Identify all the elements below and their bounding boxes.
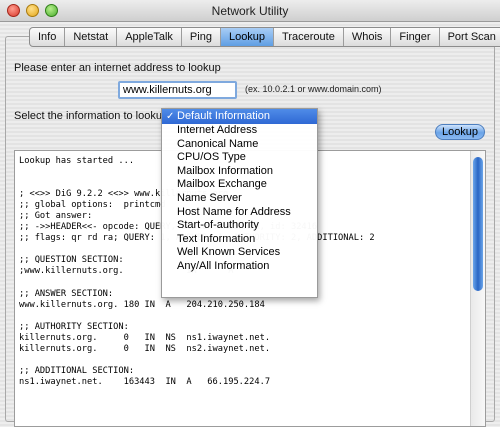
dropdown-option-cpu-os-type[interactable]: CPU/OS Type [162,151,317,165]
window-title: Network Utility [211,4,289,18]
info-select-label: Select the information to lookup: [14,110,172,122]
dropdown-option-mailbox-information[interactable]: Mailbox Information [162,165,317,179]
dropdown-option-text-information[interactable]: Text Information [162,233,317,247]
window-content: Info Netstat AppleTalk Ping Lookup Trace… [0,22,500,427]
address-input[interactable] [118,81,237,99]
tab-finger[interactable]: Finger [391,28,440,46]
tab-lookup[interactable]: Lookup [220,28,275,46]
dropdown-option-well-known-services[interactable]: Well Known Services [162,246,317,260]
dropdown-option-mailbox-exchange[interactable]: Mailbox Exchange [162,178,317,192]
tab-appletalk[interactable]: AppleTalk [117,28,182,46]
output-scroll-thumb[interactable] [473,157,483,291]
tab-info[interactable]: Info [30,28,66,46]
tab-bar: Info Netstat AppleTalk Ping Lookup Trace… [29,27,500,47]
dropdown-option-start-of-authority[interactable]: Start-of-authority [162,219,317,233]
dropdown-option-canonical-name[interactable]: Canonical Name [162,138,317,152]
tab-port-scan[interactable]: Port Scan [440,28,500,46]
title-bar: Network Utility [0,0,500,22]
address-prompt-label: Please enter an internet address to look… [14,62,221,74]
dropdown-option-default-information[interactable]: ✓ Default Information [162,109,317,124]
tab-netstat[interactable]: Netstat [65,28,118,46]
tab-ping[interactable]: Ping [182,28,221,46]
tab-whois[interactable]: Whois [344,28,392,46]
dropdown-option-label: Default Information [177,110,270,122]
tab-traceroute[interactable]: Traceroute [274,28,344,46]
output-scrollbar[interactable] [470,151,485,426]
lookup-button[interactable]: Lookup [435,124,485,140]
checkmark-icon: ✓ [166,111,175,122]
dropdown-option-any-all-information[interactable]: Any/All Information [162,260,317,274]
info-type-dropdown-menu: ✓ Default Information Internet Address C… [161,108,318,298]
dropdown-option-host-name-for-address[interactable]: Host Name for Address [162,206,317,220]
address-hint: (ex. 10.0.2.1 or www.domain.com) [245,84,382,94]
dropdown-option-name-server[interactable]: Name Server [162,192,317,206]
dropdown-option-internet-address[interactable]: Internet Address [162,124,317,138]
